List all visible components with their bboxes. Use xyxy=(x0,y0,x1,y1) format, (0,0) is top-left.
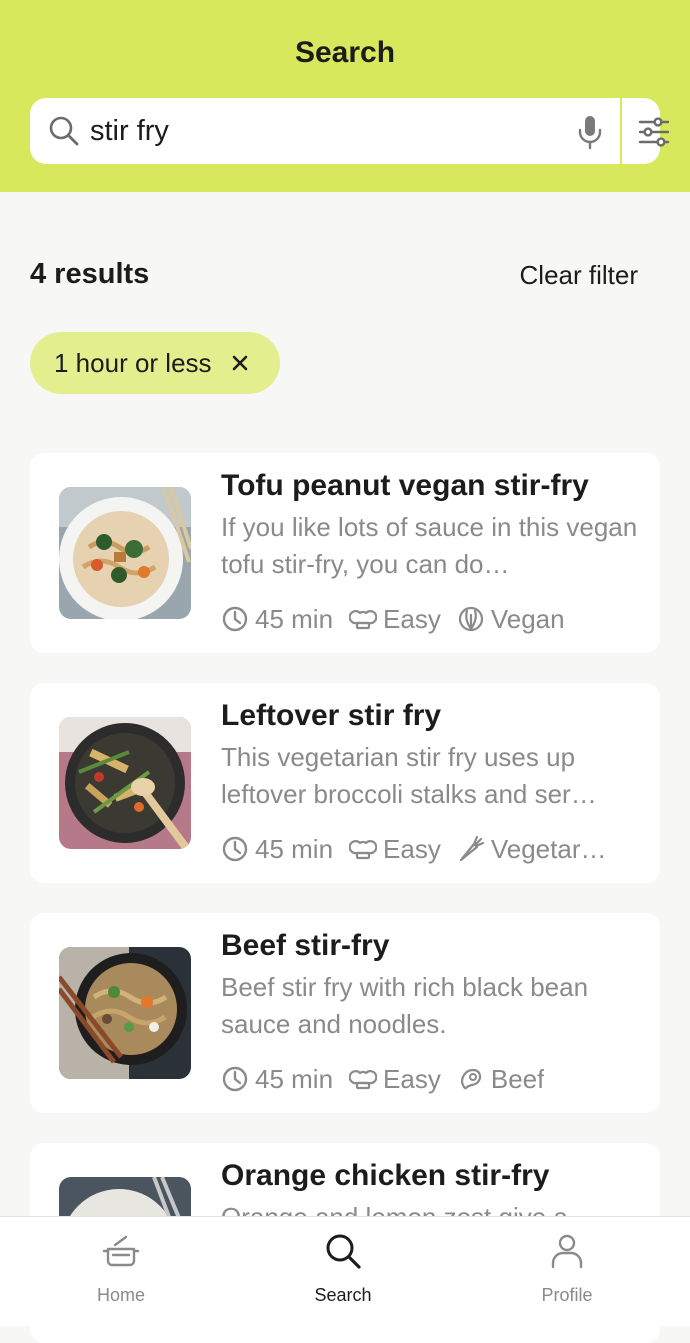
nav-label: Search xyxy=(314,1285,372,1305)
recipe-image xyxy=(59,717,191,849)
nav-label: Profile xyxy=(541,1285,593,1305)
bottom-navigation: Home Search Profile xyxy=(0,1216,690,1326)
filter-sliders-icon[interactable] xyxy=(634,112,674,152)
active-filter-chip[interactable]: 1 hour or less xyxy=(30,332,280,394)
recipe-time: 45 min xyxy=(221,604,333,635)
pot-icon xyxy=(102,1235,140,1267)
search-bar[interactable] xyxy=(30,98,670,164)
recipe-difficulty: Easy xyxy=(349,1064,441,1095)
clear-filter-button[interactable]: Clear filter xyxy=(520,260,638,291)
recipe-title: Beef stir-fry xyxy=(221,929,390,962)
recipe-diet: Vegan xyxy=(457,604,565,635)
recipe-time: 45 min xyxy=(221,1064,333,1095)
chef-hat-icon xyxy=(349,1070,378,1090)
recipe-card[interactable]: Beef stir-fry Beef stir fry with rich bl… xyxy=(30,913,660,1113)
person-icon xyxy=(551,1234,583,1269)
recipe-title: Orange chicken stir-fry xyxy=(221,1159,550,1192)
recipe-description: If you like lots of sauce in this vegan … xyxy=(221,512,638,579)
recipe-card[interactable]: Leftover stir fry This vegetarian stir f… xyxy=(30,683,660,883)
recipe-image xyxy=(59,487,191,619)
recipe-title: Leftover stir fry xyxy=(221,699,442,732)
clock-icon xyxy=(222,1066,248,1092)
recipe-meta: 45 min Easy Beef xyxy=(221,1061,641,1097)
recipe-diet: Beef xyxy=(457,1064,544,1095)
recipe-difficulty: Easy xyxy=(349,834,441,865)
carrot-icon xyxy=(459,835,484,862)
search-input[interactable] xyxy=(90,108,550,154)
filter-chip-label: 1 hour or less xyxy=(54,347,212,378)
page-title: Search xyxy=(294,36,396,69)
close-icon[interactable] xyxy=(228,351,252,375)
recipe-time: 45 min xyxy=(221,834,333,865)
chef-hat-icon xyxy=(349,840,378,860)
header-bar: Search xyxy=(0,0,690,192)
recipe-meta: 45 min Easy Vegan xyxy=(221,601,641,637)
chef-hat-icon xyxy=(349,610,378,630)
nav-item-home[interactable]: Home xyxy=(6,1217,236,1326)
recipe-image xyxy=(59,947,191,1079)
recipe-difficulty: Easy xyxy=(349,604,441,635)
recipe-description: Beef stir fry with rich black bean sauce… xyxy=(221,972,589,1039)
nav-item-search[interactable]: Search xyxy=(228,1217,458,1326)
steak-icon xyxy=(460,1068,481,1090)
recipe-card[interactable]: Tofu peanut vegan stir-fry If you like l… xyxy=(30,453,660,653)
results-count: 4 results xyxy=(30,258,150,290)
clock-icon xyxy=(222,606,248,632)
nav-item-profile[interactable]: Profile xyxy=(452,1217,682,1326)
search-divider xyxy=(620,98,622,164)
recipe-description: This vegetarian stir fry uses up leftove… xyxy=(221,742,597,809)
clock-icon xyxy=(222,836,248,862)
search-icon xyxy=(49,116,79,146)
microphone-icon[interactable] xyxy=(570,112,610,152)
recipe-diet: Vegetar… xyxy=(457,834,607,865)
recipe-title: Tofu peanut vegan stir-fry xyxy=(221,469,589,502)
recipe-meta: 45 min Easy Vegetar… xyxy=(221,831,641,867)
nav-label: Home xyxy=(96,1285,145,1305)
search-icon xyxy=(326,1234,361,1269)
vegan-leaf-icon xyxy=(458,606,483,632)
